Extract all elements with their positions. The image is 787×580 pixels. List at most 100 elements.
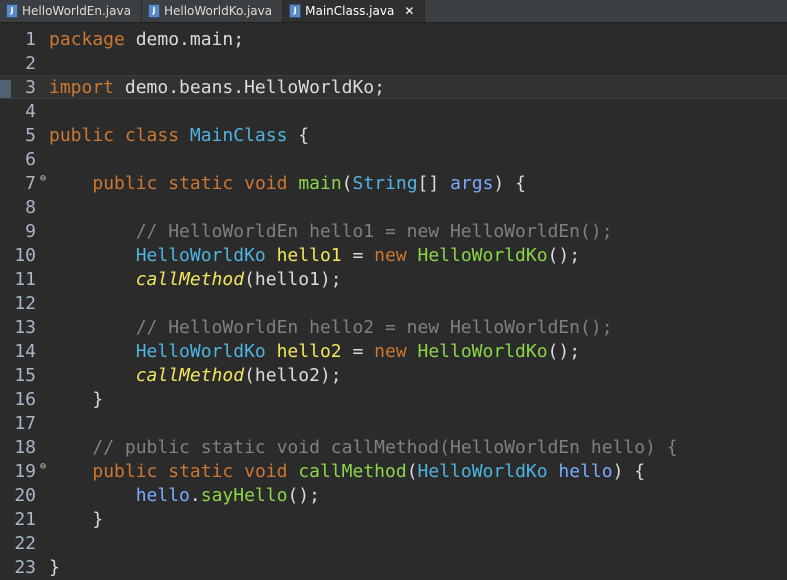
editor-tab-3[interactable]: J MainClass.java ✕ — [283, 0, 426, 22]
code-editor[interactable]: 1 package demo.main; 2 3 import demo.beans.H… — [0, 23, 787, 580]
java-file-icon: J — [6, 4, 18, 18]
line-number-text: 23 — [14, 556, 36, 578]
line-number-text: 9 — [25, 220, 36, 242]
line-number-text: 17 — [14, 412, 36, 434]
editor-tab-1[interactable]: J HelloWorldEn.java — [0, 0, 142, 22]
line-number: 13 — [0, 317, 36, 338]
line-number-text: 20 — [14, 484, 36, 506]
code-token: args — [450, 172, 494, 194]
fold-toggle-icon[interactable]: ⊖ — [40, 461, 46, 472]
code-token: new — [374, 244, 407, 266]
line-number-text: 11 — [14, 268, 36, 290]
line-number-text: 3 — [25, 76, 36, 98]
code-line[interactable]: 7 ⊖ public static void main(String[] args… — [0, 171, 787, 195]
line-number-text: 16 — [14, 388, 36, 410]
line-number-text: 13 — [14, 316, 36, 338]
line-number-text: 12 — [14, 292, 36, 314]
code-token: ) { — [612, 460, 646, 482]
line-number: 20 — [0, 485, 36, 506]
code-token: ( — [341, 172, 353, 194]
line-number: 19 ⊖ — [0, 460, 46, 482]
line-number-text: 4 — [25, 100, 36, 122]
code-text: public class MainClass { — [36, 125, 309, 146]
code-line[interactable]: 16 } — [0, 387, 787, 411]
code-line[interactable]: 2 — [0, 51, 787, 75]
line-number-text: 18 — [14, 436, 36, 458]
tab-label: MainClass.java — [305, 4, 395, 18]
line-number: 6 — [0, 149, 36, 170]
code-token: public — [92, 172, 158, 194]
code-token: MainClass — [189, 124, 288, 146]
code-line[interactable]: 17 — [0, 411, 787, 435]
code-line[interactable]: 23} — [0, 555, 787, 579]
code-token: callMethod — [298, 460, 407, 482]
editor-tab-bar: J HelloWorldEn.java J HelloWorldKo.java J Mai… — [0, 0, 787, 23]
fold-toggle-icon[interactable]: ⊖ — [40, 173, 46, 184]
code-token: callMethod — [135, 364, 245, 386]
code-token: HelloWorldKo — [417, 460, 548, 482]
tab-label: HelloWorldKo.java — [163, 4, 273, 18]
code-line[interactable]: 11 callMethod(hello1); — [0, 267, 787, 291]
code-line[interactable]: 10 HelloWorldKo hello1 = new HelloWorldK… — [0, 243, 787, 267]
code-line[interactable]: 13 // HelloWorldEn hello2 = new HelloWor… — [0, 315, 787, 339]
code-line[interactable]: 8 — [0, 195, 787, 219]
code-token: (hello2); — [244, 364, 342, 386]
code-token: ( — [406, 460, 418, 482]
line-number-text: 19 — [14, 460, 36, 482]
code-token: new — [374, 340, 407, 362]
code-text: } — [36, 509, 103, 530]
code-token: class — [124, 124, 180, 146]
line-number-text: 7 — [25, 172, 36, 194]
close-icon[interactable]: ✕ — [404, 4, 414, 18]
code-line[interactable]: 1 package demo.main; — [0, 27, 787, 51]
code-line[interactable]: 6 — [0, 147, 787, 171]
line-number: 9 — [0, 221, 36, 242]
code-token: import — [49, 76, 115, 98]
code-token: // HelloWorldEn hello2 = new HelloWorldE… — [135, 316, 613, 338]
code-line[interactable]: 14 HelloWorldKo hello2 = new HelloWorldK… — [0, 339, 787, 363]
code-token: // HelloWorldEn hello1 = new HelloWorldE… — [135, 220, 613, 242]
line-number-text: 2 — [25, 52, 36, 74]
code-token: (); — [547, 340, 581, 362]
line-number: 7 ⊖ — [0, 172, 46, 194]
code-text: hello.sayHello(); — [36, 485, 320, 506]
code-token: HelloWorldKo — [135, 244, 266, 266]
code-line[interactable]: 20 hello.sayHello(); — [0, 483, 787, 507]
line-number: 10 — [0, 245, 36, 266]
code-line[interactable]: 21 } — [0, 507, 787, 531]
line-number: 2 — [0, 53, 36, 74]
code-line[interactable]: 19 ⊖ public static void callMethod(HelloW… — [0, 459, 787, 483]
line-number: 5 — [0, 125, 36, 146]
line-number-text: 10 — [14, 244, 36, 266]
code-line[interactable]: 4 — [0, 99, 787, 123]
code-text: // HelloWorldEn hello2 = new HelloWorldE… — [36, 317, 613, 338]
code-text: package demo.main; — [36, 29, 244, 50]
code-line[interactable]: 22 — [0, 531, 787, 555]
line-number-text: 15 — [14, 364, 36, 386]
line-number: 3 — [0, 77, 36, 98]
code-line[interactable]: 9 // HelloWorldEn hello1 = new HelloWorl… — [0, 219, 787, 243]
code-token: { — [287, 124, 310, 146]
code-line[interactable]: 5 public class MainClass { — [0, 123, 787, 147]
code-token: // public static void callMethod(HelloWo… — [92, 436, 678, 458]
code-token: public — [92, 460, 158, 482]
code-line[interactable]: 12 — [0, 291, 787, 315]
code-line[interactable]: 3 import demo.beans.HelloWorldKo; — [0, 75, 787, 99]
code-token: (); — [547, 244, 581, 266]
code-token: hello — [558, 460, 613, 482]
code-text: callMethod(hello2); — [36, 365, 342, 386]
line-number-text: 8 — [25, 196, 36, 218]
editor-tab-2[interactable]: J HelloWorldKo.java — [142, 0, 284, 22]
code-token: main — [298, 172, 342, 194]
code-line[interactable]: 15 callMethod(hello2); — [0, 363, 787, 387]
line-number-text: 22 — [14, 532, 36, 554]
code-text: HelloWorldKo hello1 = new HelloWorldKo()… — [36, 245, 580, 266]
code-line[interactable]: 18 // public static void callMethod(Hell… — [0, 435, 787, 459]
